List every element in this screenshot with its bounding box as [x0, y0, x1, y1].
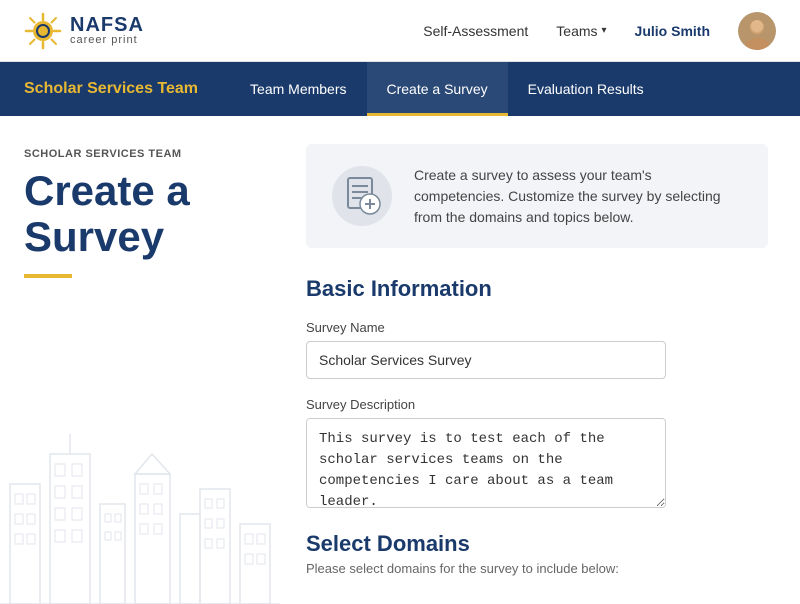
info-box: Create a survey to assess your team's co… — [306, 144, 768, 248]
title-underline — [24, 274, 72, 278]
top-navigation: NAFSA career print Self-Assessment Teams… — [0, 0, 800, 62]
city-illustration-icon — [0, 404, 280, 604]
avatar-icon — [738, 12, 776, 50]
self-assessment-link[interactable]: Self-Assessment — [423, 23, 528, 39]
logo-career-label: career print — [70, 35, 144, 46]
survey-description-label: Survey Description — [306, 397, 768, 412]
left-panel: SCHOLAR SERVICES TEAM Create a Survey — [0, 116, 290, 604]
teams-dropdown[interactable]: Teams ▾ — [556, 23, 606, 39]
nafsa-logo-icon — [24, 12, 62, 50]
logo[interactable]: NAFSA career print — [24, 12, 144, 50]
sub-navigation: Scholar Services Team Team Members Creat… — [0, 62, 800, 116]
nav-right: Self-Assessment Teams ▾ Julio Smith — [423, 12, 776, 50]
survey-description-input[interactable]: This survey is to test each of the schol… — [306, 418, 666, 508]
select-domains-subtitle: Please select domains for the survey to … — [306, 561, 768, 576]
chevron-down-icon: ▾ — [602, 25, 607, 36]
survey-name-group: Survey Name — [306, 320, 768, 379]
logo-nafsa-label: NAFSA — [70, 15, 144, 35]
page-title: Create a Survey — [24, 168, 266, 260]
teams-label: Teams — [556, 23, 597, 39]
tab-team-members[interactable]: Team Members — [230, 62, 366, 116]
basic-information-section: Basic Information Survey Name Survey Des… — [306, 276, 768, 513]
survey-description-group: Survey Description This survey is to tes… — [306, 397, 768, 513]
avatar[interactable] — [738, 12, 776, 50]
tab-create-survey[interactable]: Create a Survey — [367, 62, 508, 116]
select-domains-section: Select Domains Please select domains for… — [306, 531, 768, 576]
breadcrumb: SCHOLAR SERVICES TEAM — [24, 148, 266, 160]
basic-information-title: Basic Information — [306, 276, 768, 302]
main-content: SCHOLAR SERVICES TEAM Create a Survey — [0, 116, 800, 604]
info-box-text: Create a survey to assess your team's co… — [414, 165, 744, 228]
team-name-label: Scholar Services Team — [24, 80, 198, 98]
tab-evaluation-results[interactable]: Evaluation Results — [508, 62, 664, 116]
right-panel: Create a survey to assess your team's co… — [290, 116, 800, 604]
survey-name-label: Survey Name — [306, 320, 768, 335]
user-name[interactable]: Julio Smith — [635, 23, 710, 39]
logo-text: NAFSA career print — [70, 15, 144, 46]
select-domains-title: Select Domains — [306, 531, 768, 557]
create-survey-icon — [330, 164, 394, 228]
survey-icon-wrap — [330, 164, 394, 228]
survey-name-input[interactable] — [306, 341, 666, 379]
